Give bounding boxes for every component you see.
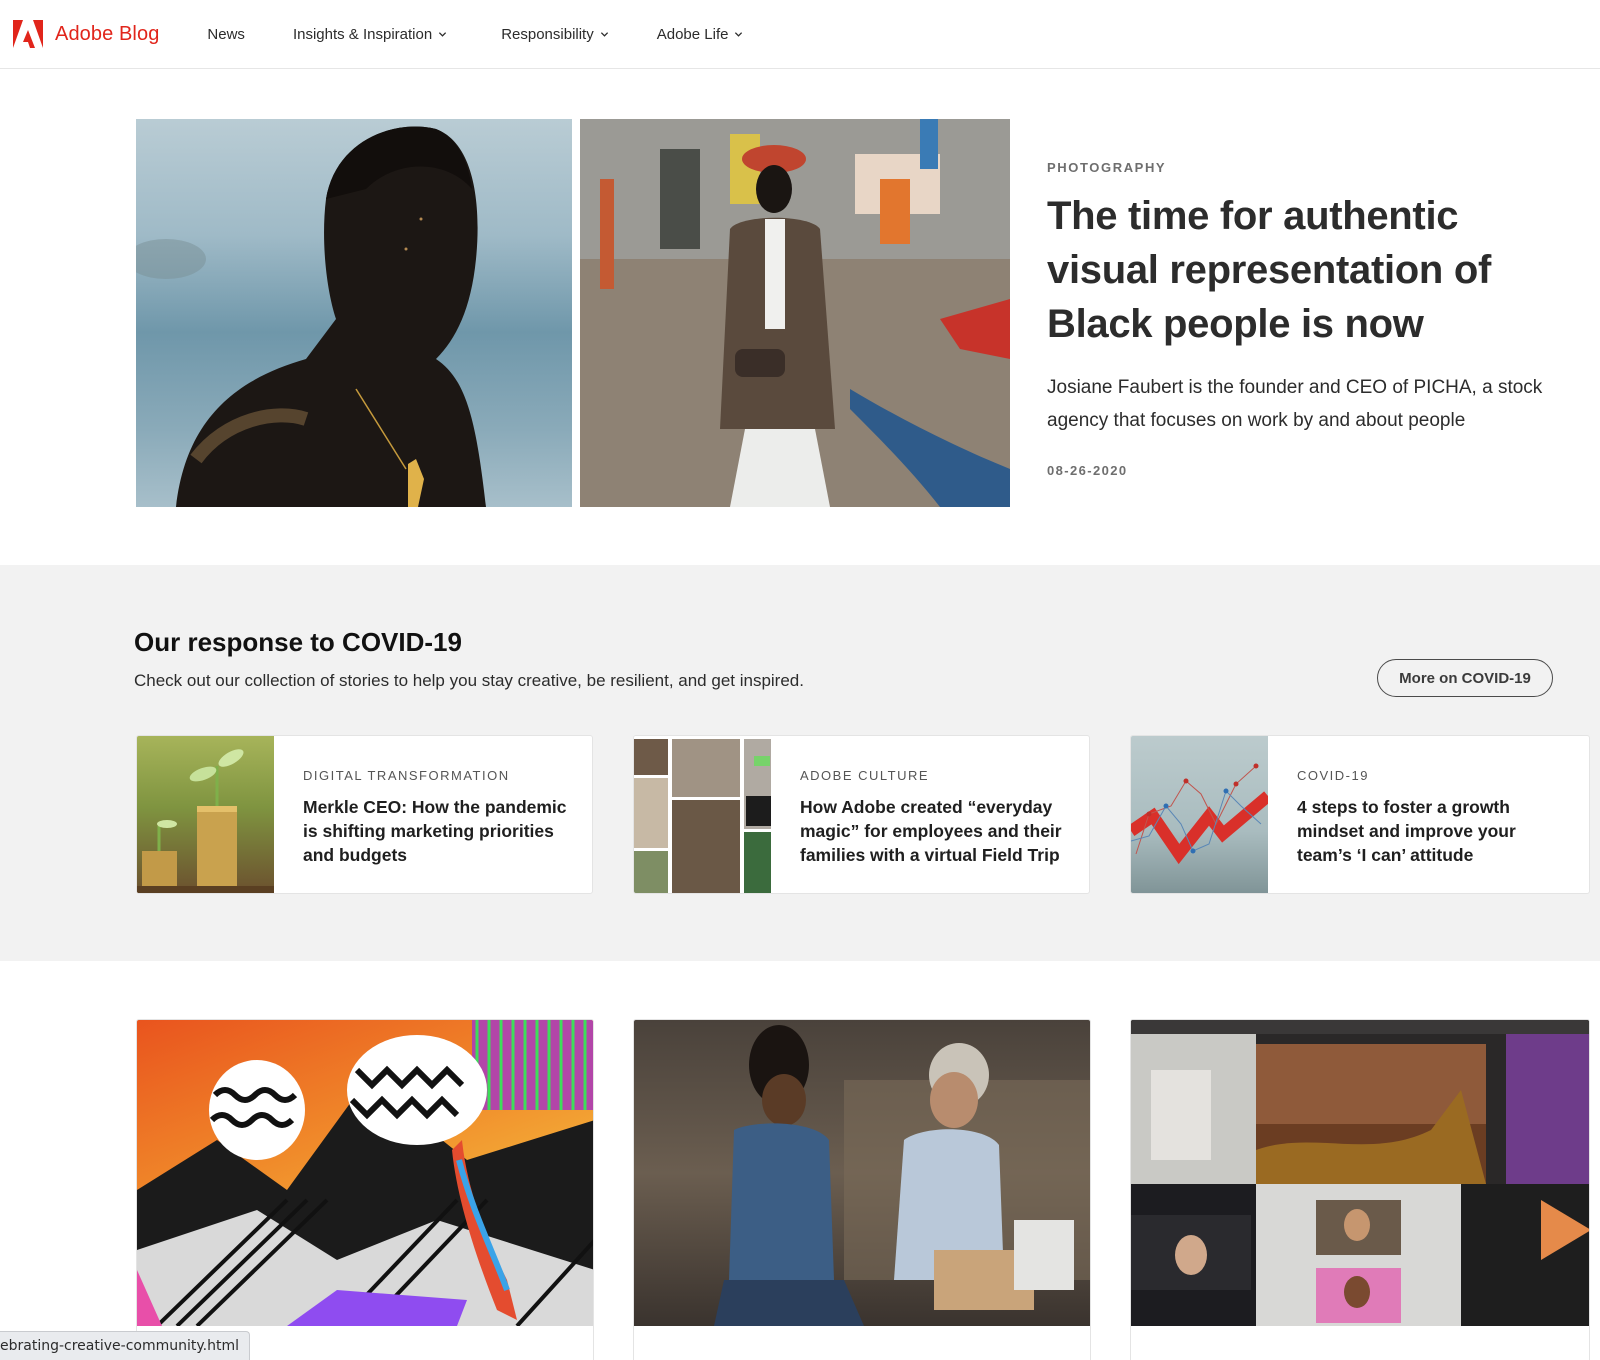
brand-name: Adobe Blog	[55, 22, 160, 45]
nav-item-insights[interactable]: Insights & Inspiration	[293, 26, 447, 43]
nav-item-label: Adobe Life	[656, 25, 729, 43]
chevron-down-icon	[600, 31, 608, 37]
nav-item-label: Responsibility	[501, 25, 594, 43]
card-thumbnail-collage	[634, 736, 771, 893]
video-call-apps-image	[1131, 1020, 1589, 1326]
card-title[interactable]: 4 steps to foster a growth mindset and i…	[1297, 795, 1569, 867]
tile-image-op-art	[137, 1020, 593, 1326]
nav-item-news[interactable]: News	[207, 26, 245, 43]
covid-section: Our response to COVID-19 Check out our c…	[0, 565, 1600, 961]
two-people-packing-image	[714, 1025, 1090, 1326]
hero-date: 08-26-2020	[1047, 463, 1128, 478]
hero-description: Josiane Faubert is the founder and CEO o…	[1047, 377, 1543, 431]
status-url: ebrating-creative-community.html	[0, 1338, 239, 1354]
op-art-mountains-image	[137, 1020, 593, 1326]
photo-collage-image	[634, 739, 771, 893]
article-card[interactable]: DIGITAL TRANSFORMATION Merkle CEO: How t…	[136, 735, 593, 894]
tile-image-video-call	[1131, 1020, 1589, 1326]
article-tile[interactable]	[633, 1019, 1091, 1360]
chevron-down-icon	[735, 31, 743, 37]
card-thumbnail-seedlings	[137, 736, 274, 893]
more-on-covid-button[interactable]: More on COVID-19	[1377, 659, 1553, 697]
covid-title: Our response to COVID-19	[134, 627, 462, 657]
card-category: COVID-19	[1297, 768, 1369, 783]
top-nav: Adobe Blog News Insights & Inspiration R…	[0, 0, 1600, 69]
card-title[interactable]: Merkle CEO: How the pandemic is shifting…	[303, 795, 572, 867]
nav-item-label: Insights & Inspiration	[292, 25, 433, 43]
chevron-down-icon	[439, 31, 447, 37]
hero-image-portrait[interactable]	[136, 119, 572, 507]
hero-text: PHOTOGRAPHY The time for authentic visua…	[1047, 160, 1567, 478]
card-thumbnail-growth-chart	[1131, 736, 1268, 893]
brand-link[interactable]: Adobe Blog	[13, 20, 159, 48]
featured-article: PHOTOGRAPHY The time for authentic visua…	[0, 70, 1600, 565]
card-category: ADOBE CULTURE	[800, 768, 930, 783]
card-title[interactable]: How Adobe created “everyday magic” for e…	[800, 795, 1069, 867]
nav-item-label: News	[207, 25, 245, 43]
article-tile[interactable]	[136, 1019, 594, 1360]
portrait-illustration	[136, 126, 486, 507]
article-tile[interactable]	[1130, 1019, 1590, 1360]
main-menu: News Insights & Inspiration Responsibili…	[207, 26, 743, 43]
article-grid	[0, 961, 1600, 1360]
link-preview-status-bar: ebrating-creative-community.html	[0, 1331, 250, 1360]
covid-cards: DIGITAL TRANSFORMATION Merkle CEO: How t…	[136, 735, 1600, 895]
nav-item-responsibility[interactable]: Responsibility	[501, 26, 609, 43]
growth-chart-image	[1131, 763, 1268, 865]
covid-subtitle: Check out our collection of stories to h…	[134, 671, 804, 690]
hero-title[interactable]: The time for authentic visual representa…	[1047, 189, 1567, 351]
hero-category[interactable]: PHOTOGRAPHY	[1047, 160, 1567, 175]
hero-image-fashion[interactable]	[580, 119, 1010, 507]
article-card[interactable]: ADOBE CULTURE How Adobe created “everyda…	[633, 735, 1090, 894]
tile-image-packing	[634, 1020, 1090, 1326]
adobe-logo-icon	[13, 20, 43, 48]
fashion-illustration	[580, 119, 1010, 507]
card-category: DIGITAL TRANSFORMATION	[303, 768, 510, 783]
article-card[interactable]: COVID-19 4 steps to foster a growth mind…	[1130, 735, 1590, 894]
seedlings-on-coins-image	[137, 749, 274, 893]
nav-item-adobe-life[interactable]: Adobe Life	[657, 26, 744, 43]
